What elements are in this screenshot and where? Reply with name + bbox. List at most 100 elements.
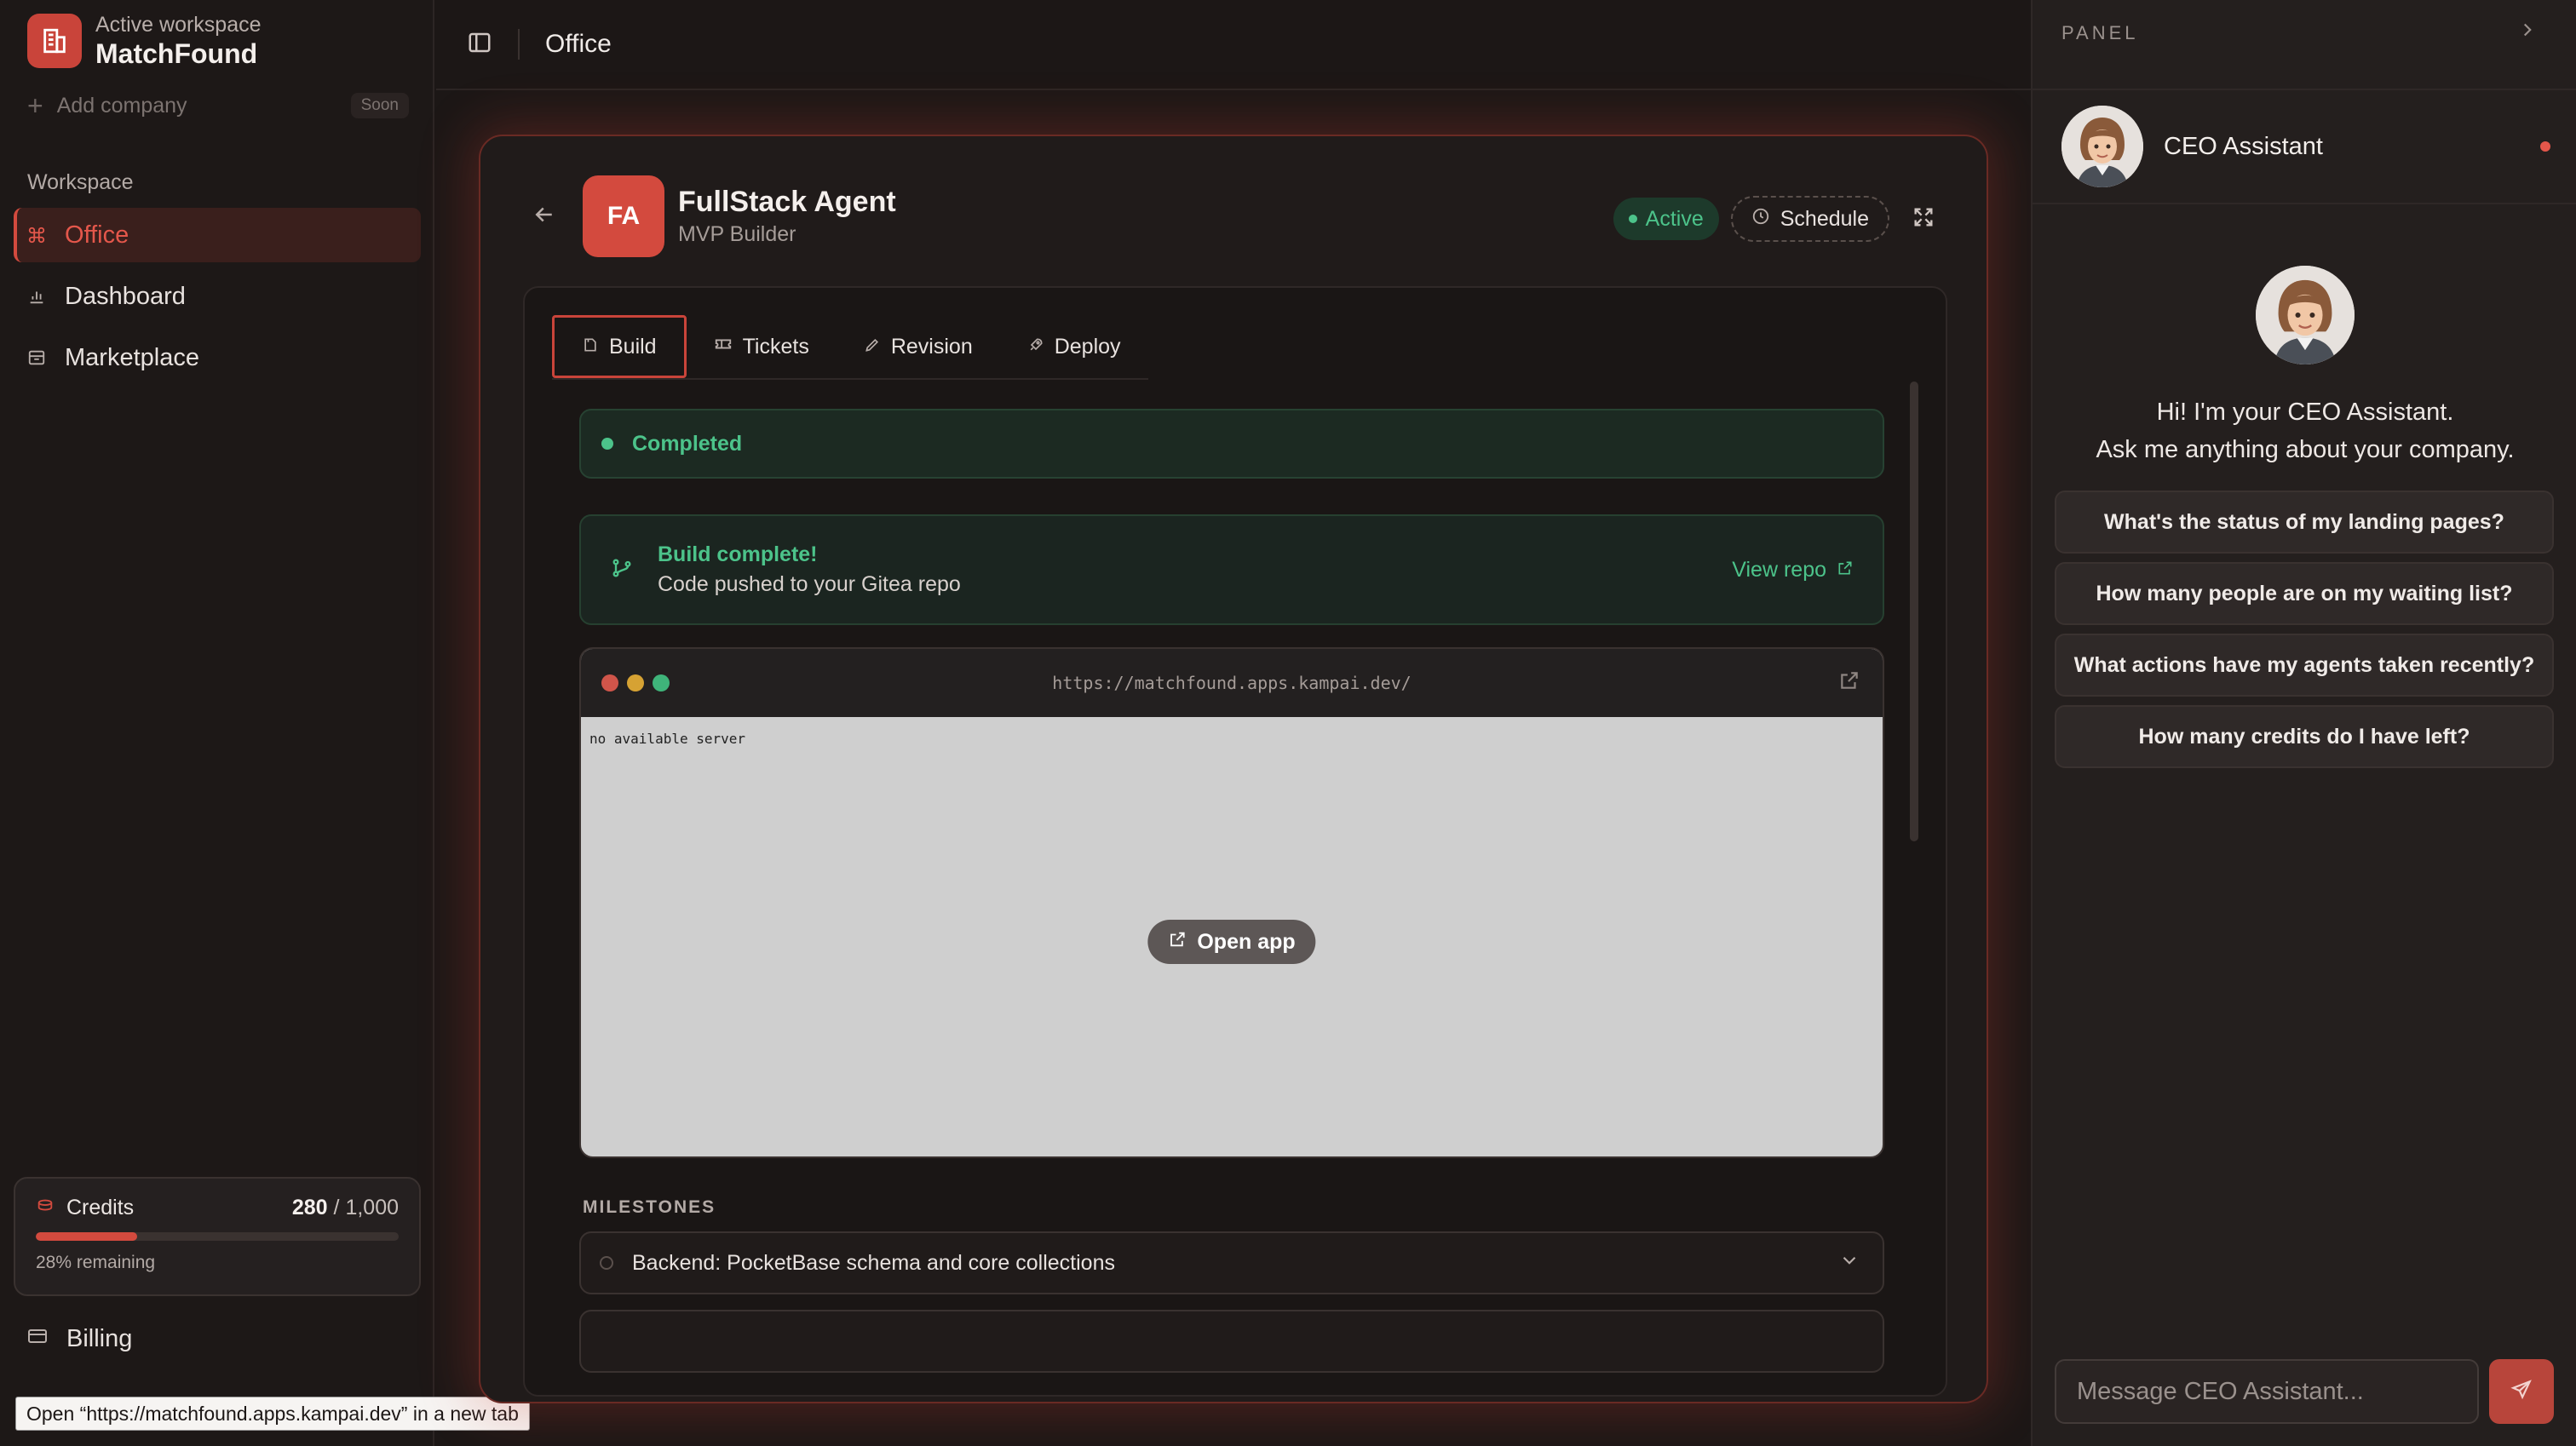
completed-label: Completed [632,431,743,456]
git-branch-icon [610,556,634,584]
tab-label: Build [609,334,657,359]
sidebar-item-office[interactable]: Office [14,208,421,262]
store-icon [27,348,46,367]
open-external-icon[interactable] [1838,669,1860,696]
open-app-label: Open app [1197,929,1296,954]
greeting-line-1: Hi! I'm your CEO Assistant. [2156,399,2454,426]
workspace-label: Active workspace [95,13,262,37]
workspace-name: MatchFound [95,38,258,69]
credits-card: Credits 280 / 1,000 28% remaining [14,1177,421,1296]
building-icon [27,14,82,68]
view-repo-label: View repo [1732,557,1826,582]
tab-revision[interactable]: Revision [837,315,1000,378]
content-scrollbar[interactable] [1910,382,1918,841]
tab-label: Revision [890,334,973,359]
rocket-icon [1027,335,1044,359]
soon-badge: Soon [350,93,409,118]
message-input[interactable] [2055,1359,2479,1424]
send-button[interactable] [2489,1359,2554,1424]
ticket-icon [714,335,733,359]
sidebar-item-dashboard[interactable]: Dashboard [14,269,421,324]
send-icon [2510,1379,2533,1405]
clock-icon [1751,207,1770,232]
credits-amount: 280 / 1,000 [292,1196,399,1220]
plus-icon: + [27,89,43,121]
coins-icon [36,1196,55,1220]
pencil-icon [864,335,881,359]
build-title: Build complete! [658,542,818,566]
milestone-item[interactable]: Backend: PocketBase schema and core coll… [579,1231,1884,1294]
agent-card: FA FullStack Agent MVP Builder Active Sc… [479,135,1988,1403]
app-preview: https://matchfound.apps.kampai.dev/ no a… [579,647,1884,1158]
command-icon [27,226,46,244]
workspace-switcher[interactable]: Active workspace MatchFound [27,12,262,70]
assistant-avatar-large [2256,266,2355,364]
chevron-right-icon[interactable] [2516,19,2539,45]
billing-link[interactable]: Billing [27,1325,132,1353]
sidebar-nav: Office Dashboard Marketplace [14,208,421,392]
status-badge: Active [1613,198,1719,240]
schedule-label: Schedule [1780,206,1869,231]
milestone-status-circle [600,1256,613,1270]
completed-status: Completed [579,409,1884,479]
assistant-avatar [2061,106,2143,187]
build-complete-card: Build complete! Code pushed to your Gite… [579,514,1884,625]
panel-label: PANEL [2061,22,2139,43]
bar-chart-icon [27,287,46,306]
agent-role: MVP Builder [678,222,796,246]
preview-url: https://matchfound.apps.kampai.dev/ [1052,673,1412,693]
tab-tickets[interactable]: Tickets [687,315,837,378]
preview-page-content: no available server [589,731,746,747]
sidebar-toggle-icon[interactable] [467,30,492,60]
chevron-down-icon [1838,1249,1860,1277]
status-label: Active [1645,206,1704,231]
suggestion-button[interactable]: How many people are on my waiting list? [2055,562,2554,625]
build-subtitle: Code pushed to your Gitea repo [658,572,961,596]
message-composer [2055,1359,2554,1424]
assistant-name: CEO Assistant [2164,132,2323,160]
tab-label: Tickets [742,334,809,359]
external-link-icon [1168,930,1187,955]
tab-build[interactable]: Build [552,315,687,378]
agent-content: Build Tickets Revision Deploy Completed … [523,286,1947,1397]
tab-deploy[interactable]: Deploy [1000,315,1148,378]
sidebar: Active workspace MatchFound + Add compan… [0,0,434,1446]
billing-label: Billing [66,1325,133,1352]
external-link-icon [1837,558,1854,582]
milestone-item[interactable] [579,1310,1884,1373]
expand-icon[interactable] [1912,205,1935,233]
assistant-intro: Hi! I'm your CEO Assistant. Ask me anyth… [2033,266,2576,468]
suggested-questions: What's the status of my landing pages? H… [2055,491,2554,777]
credits-label: Credits [66,1196,135,1219]
greeting-line-2: Ask me anything about your company. [2096,436,2515,463]
credits-progress-bar [36,1232,399,1241]
back-arrow-icon[interactable] [532,202,557,232]
hammer-icon [582,335,599,359]
credits-used: 280 [291,1196,328,1219]
suggestion-button[interactable]: What actions have my agents taken recent… [2055,634,2554,697]
credits-remaining: 28% remaining [36,1253,156,1272]
status-dot [1628,215,1637,223]
link-tooltip: Open “https://matchfound.apps.kampai.dev… [15,1397,530,1431]
suggestion-button[interactable]: How many credits do I have left? [2055,705,2554,768]
add-company-button[interactable]: + Add company Soon [27,89,409,123]
agent-tabs: Build Tickets Revision Deploy [552,315,1148,380]
credits-total: / 1,000 [333,1196,399,1219]
suggestion-button[interactable]: What's the status of my landing pages? [2055,491,2554,554]
topbar: Office [436,0,2031,90]
agent-avatar: FA [583,175,664,257]
credit-card-icon [27,1325,48,1353]
credits-progress-fill [36,1232,138,1241]
assistant-greeting: Hi! I'm your CEO Assistant. Ask me anyth… [2096,393,2514,468]
assistant-header: CEO Assistant [2033,89,2576,204]
completed-dot [601,438,613,450]
milestone-title: Backend: PocketBase schema and core coll… [632,1250,1115,1275]
sidebar-item-label: Office [65,221,129,249]
add-company-label: Add company [56,93,187,118]
open-app-button[interactable]: Open app [1147,920,1316,964]
agent-name: FullStack Agent [678,186,896,218]
sidebar-item-marketplace[interactable]: Marketplace [14,330,421,385]
preview-browser-bar: https://matchfound.apps.kampai.dev/ [581,649,1883,717]
view-repo-link[interactable]: View repo [1732,558,1854,582]
schedule-button[interactable]: Schedule [1730,196,1889,242]
